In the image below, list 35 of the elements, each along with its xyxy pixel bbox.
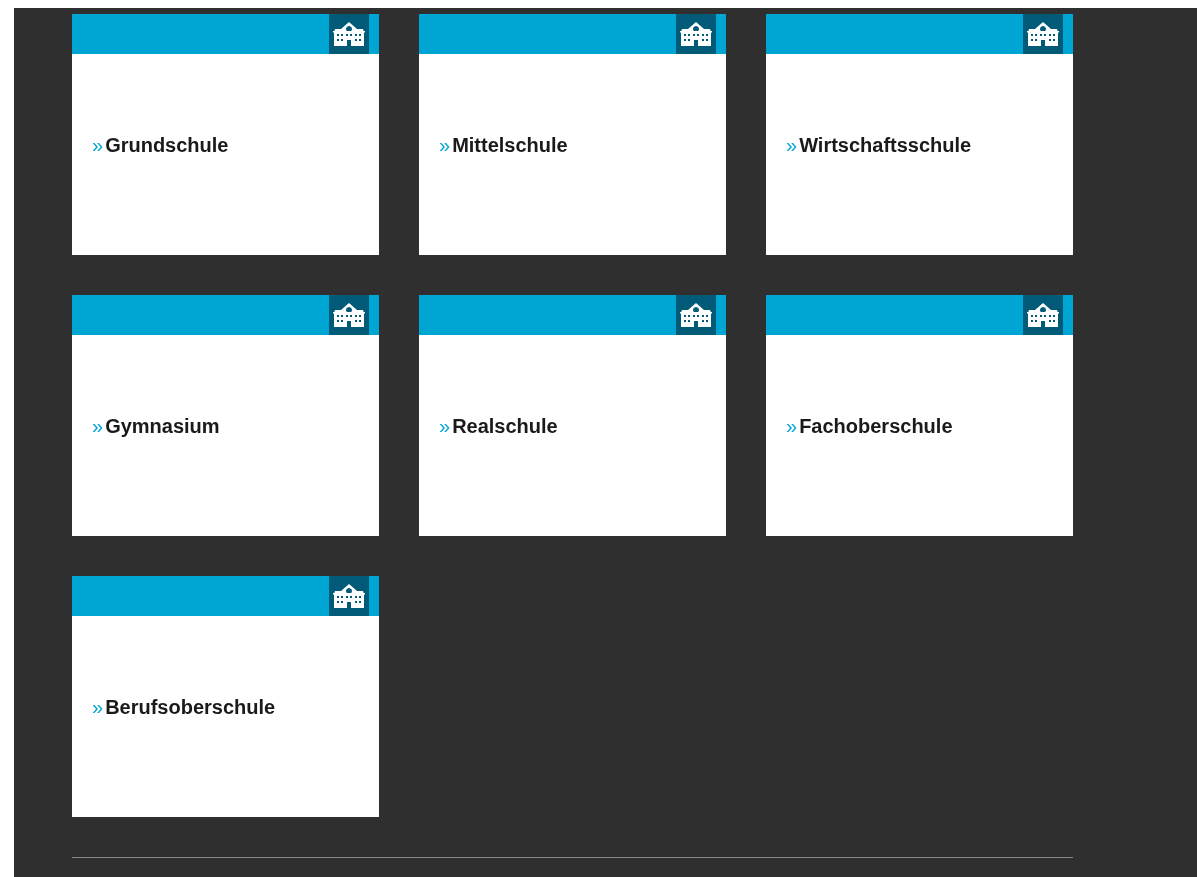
school-type-label: Gymnasium — [105, 413, 220, 439]
school-building-icon — [1027, 302, 1059, 328]
school-card[interactable]: »Fachoberschule — [766, 295, 1073, 536]
school-building-icon — [333, 583, 365, 609]
chevron-marker: » — [92, 694, 104, 720]
school-type-label: Grundschule — [105, 132, 229, 158]
school-type-label: Berufsoberschule — [105, 694, 276, 720]
chevron-marker: » — [786, 413, 798, 439]
school-type-link[interactable]: »Realschule — [439, 410, 558, 441]
school-card[interactable]: »Berufsoberschule — [72, 576, 379, 817]
school-building-icon — [333, 302, 365, 328]
school-type-link[interactable]: »Gymnasium — [92, 410, 220, 441]
chevron-marker: » — [92, 413, 104, 439]
chevron-marker: » — [92, 132, 104, 158]
chevron-marker: » — [439, 132, 451, 158]
chevron-marker: » — [786, 132, 798, 158]
school-card[interactable]: »Grundschule — [72, 14, 379, 255]
school-type-label: Mittelschule — [452, 132, 568, 158]
school-type-link[interactable]: »Mittelschule — [439, 129, 568, 160]
school-card[interactable]: »Wirtschaftsschule — [766, 14, 1073, 255]
school-type-link[interactable]: »Fachoberschule — [786, 410, 953, 441]
school-building-icon — [680, 21, 712, 47]
school-building-icon — [333, 21, 365, 47]
school-type-link[interactable]: »Berufsoberschule — [92, 691, 276, 722]
school-building-icon — [680, 302, 712, 328]
school-type-label: Realschule — [452, 413, 558, 439]
school-card[interactable]: »Gymnasium — [72, 295, 379, 536]
school-type-link[interactable]: »Wirtschaftsschule — [786, 129, 972, 160]
school-type-label: Fachoberschule — [799, 413, 953, 439]
school-type-label: Wirtschaftsschule — [799, 132, 972, 158]
school-type-link[interactable]: »Grundschule — [92, 129, 229, 160]
school-building-icon — [1027, 21, 1059, 47]
school-card[interactable]: »Realschule — [419, 295, 726, 536]
chevron-marker: » — [439, 413, 451, 439]
school-card[interactable]: »Mittelschule — [419, 14, 726, 255]
